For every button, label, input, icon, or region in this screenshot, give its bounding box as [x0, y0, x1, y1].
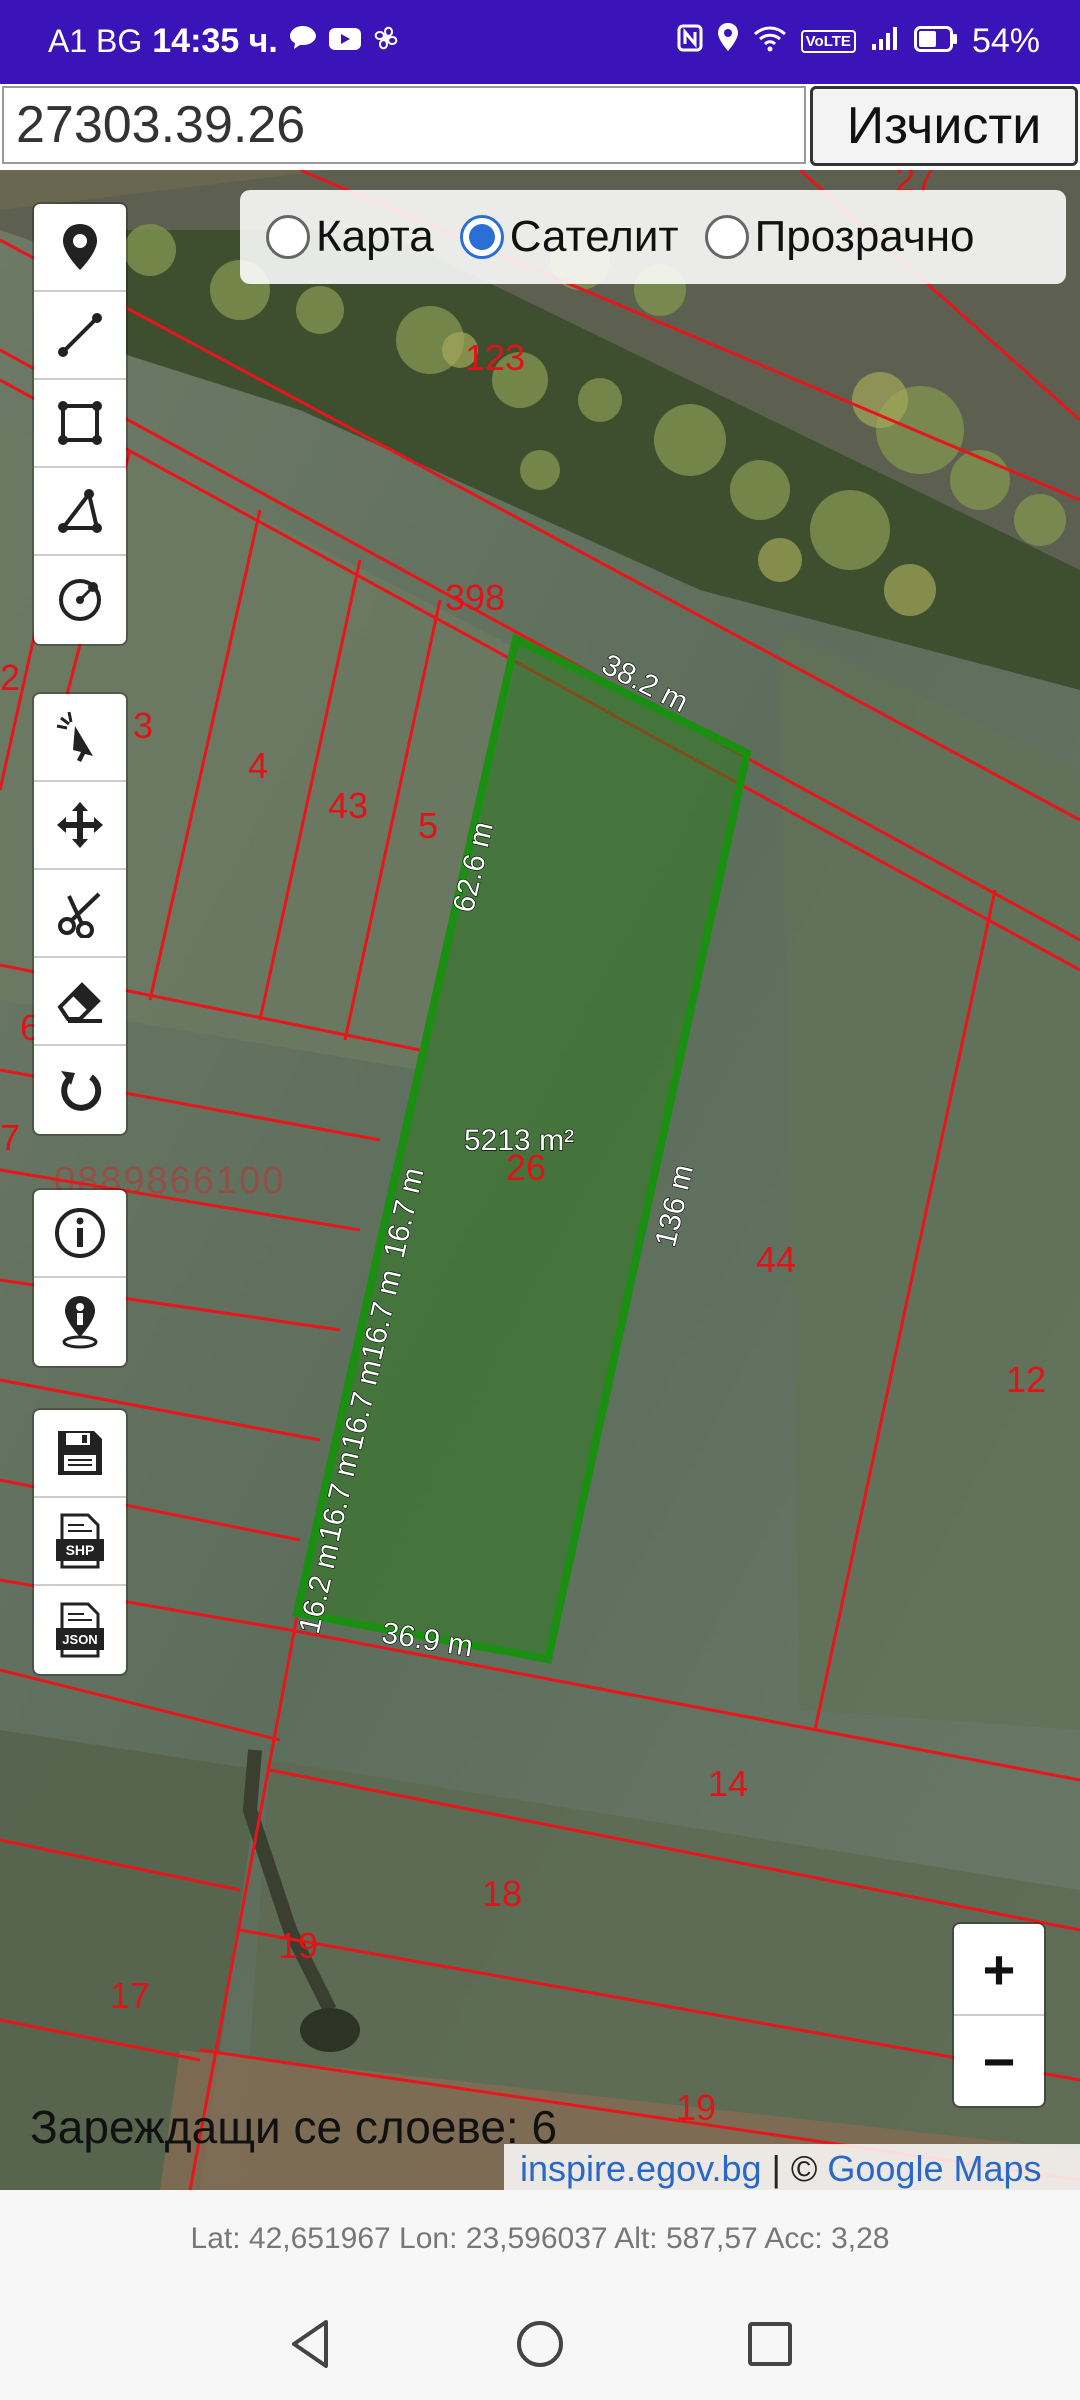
zoom-in-button[interactable]: +: [954, 1924, 1044, 2016]
svg-text:19: 19: [278, 1925, 318, 1966]
angle-tool[interactable]: [34, 468, 126, 556]
inspire-link[interactable]: inspire.egov.bg: [520, 2148, 762, 2190]
home-icon[interactable]: [512, 2314, 568, 2374]
info-icon: [55, 1208, 105, 1258]
info-tools: [34, 1190, 126, 1366]
layer-option-transparent[interactable]: Прозрачно: [704, 212, 975, 262]
shp-export-icon: SHP: [56, 1513, 104, 1569]
undo-tool[interactable]: [34, 1046, 126, 1134]
undo-icon: [61, 1071, 102, 1111]
svg-text:19: 19: [676, 2087, 716, 2128]
triangle-angle-icon: [58, 489, 102, 533]
chat-icon: [288, 23, 318, 60]
zoom-control: + −: [954, 1924, 1044, 2106]
svg-text:5213 m²: 5213 m²: [464, 1124, 574, 1157]
battery-percent: 54%: [971, 22, 1040, 60]
json-text: JSON: [62, 1632, 97, 1647]
layer-option-label: Карта: [316, 212, 434, 261]
recents-icon[interactable]: [742, 2314, 798, 2374]
move-icon: [57, 802, 103, 848]
google-maps-link[interactable]: Google Maps: [827, 2148, 1041, 2190]
svg-text:3: 3: [133, 705, 153, 746]
radio-transparent[interactable]: [704, 215, 749, 259]
layer-option-label: Сателит: [509, 212, 679, 261]
svg-text:5: 5: [418, 805, 438, 846]
person-location-icon: [62, 1296, 98, 1349]
volte-badge: VoLTE: [800, 30, 856, 53]
layer-option-satellite[interactable]: Сателит: [459, 212, 679, 262]
shp-text: SHP: [66, 1542, 95, 1558]
attribution-separator: | ©: [761, 2148, 828, 2189]
svg-text:43: 43: [328, 785, 368, 826]
draw-tools: [34, 204, 126, 644]
carrier-label: A1 BG: [48, 23, 143, 59]
svg-text:18: 18: [482, 1873, 522, 1914]
gps-readout: Lat: 42,651967 Lon: 23,596037 Alt: 587,5…: [0, 2190, 1080, 2288]
select-pointer-icon: [56, 711, 93, 762]
svg-text:44: 44: [756, 1239, 796, 1280]
map-view[interactable]: 27 123 398 2 3 4 43 5 6 7 26 44 12 14 18…: [0, 170, 1080, 2190]
svg-text:4: 4: [248, 745, 268, 786]
signal-icon: [870, 22, 900, 61]
back-icon[interactable]: [282, 2314, 338, 2374]
attribution: inspire.egov.bg | © Google Maps: [504, 2144, 1080, 2194]
json-export-icon: JSON: [56, 1602, 104, 1658]
loading-layers-label: Зареждащи се слоеве: 6: [30, 2101, 558, 2153]
erase-tool[interactable]: [34, 958, 126, 1046]
status-bar: A1 BG 14:35 ч. VoLTE 54%: [0, 0, 1080, 84]
svg-text:12: 12: [1006, 1359, 1046, 1400]
eraser-icon: [57, 982, 102, 1023]
polygon-icon: [58, 401, 102, 445]
svg-text:14: 14: [708, 1763, 748, 1804]
export-tools: SHP JSON: [34, 1410, 126, 1674]
polygon-tool[interactable]: [34, 380, 126, 468]
svg-text:123: 123: [465, 337, 525, 378]
marker-icon: [63, 224, 97, 270]
select-tool[interactable]: [34, 694, 126, 782]
cut-tool[interactable]: [34, 870, 126, 958]
location-icon: [717, 22, 739, 61]
line-measure-tool[interactable]: [34, 292, 126, 380]
locate-person-tool[interactable]: [34, 1278, 126, 1366]
layer-option-label: Прозрачно: [754, 212, 975, 261]
layer-selector: Карта Сателит Прозрачно: [240, 190, 1066, 284]
search-input[interactable]: 27303.39.26: [2, 86, 806, 164]
radio-map[interactable]: [266, 215, 310, 259]
marker-tool[interactable]: [34, 204, 126, 292]
info-tool[interactable]: [34, 1190, 126, 1278]
json-export-tool[interactable]: JSON: [34, 1586, 126, 1674]
navigation-bar: [0, 2288, 1080, 2400]
svg-text:398: 398: [445, 577, 505, 618]
nfc-icon: [677, 22, 703, 61]
youtube-icon: [328, 23, 362, 60]
line-measure-icon: [58, 313, 102, 357]
svg-text:2: 2: [0, 657, 20, 698]
edit-tools: [34, 694, 126, 1134]
clear-button[interactable]: Изчисти: [810, 86, 1078, 166]
layer-option-map[interactable]: Карта: [266, 212, 434, 262]
battery-icon: [913, 22, 958, 61]
circle-icon: [59, 579, 101, 621]
fan-icon: [372, 23, 400, 60]
radio-satellite[interactable]: [459, 215, 504, 259]
svg-text:7: 7: [0, 1117, 20, 1158]
svg-text:17: 17: [110, 1975, 150, 2016]
clock: 14:35 ч.: [152, 22, 278, 60]
search-row: 27303.39.26 Изчисти: [0, 84, 1080, 170]
save-icon: [58, 1431, 102, 1475]
scissors-icon: [58, 892, 101, 938]
wifi-icon: [753, 22, 787, 61]
circle-tool[interactable]: [34, 556, 126, 644]
move-tool[interactable]: [34, 782, 126, 870]
shp-export-tool[interactable]: SHP: [34, 1498, 126, 1586]
save-tool[interactable]: [34, 1410, 126, 1498]
zoom-out-button[interactable]: −: [954, 2016, 1044, 2106]
